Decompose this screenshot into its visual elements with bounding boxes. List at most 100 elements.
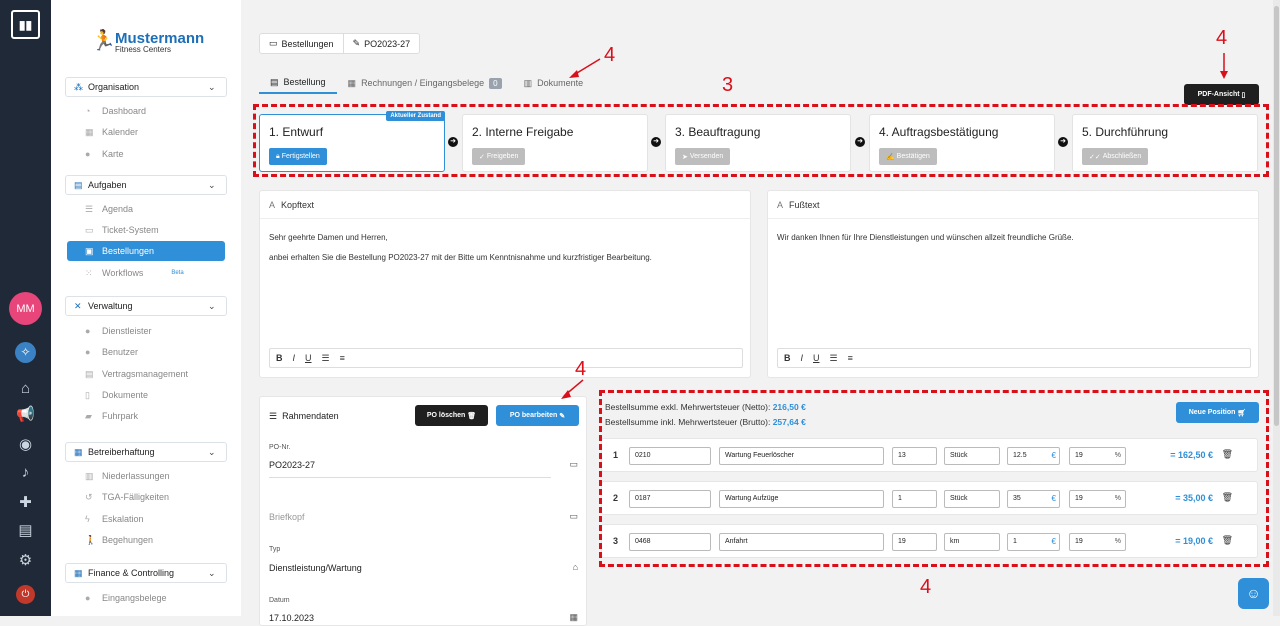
brand-sub: Fitness Centers	[115, 45, 172, 54]
sidebar-item-eskalation[interactable]: ϟ Eskalation	[67, 509, 225, 529]
po-delete-button[interactable]: PO löschen 🗑︎	[415, 405, 488, 426]
pdf-view-button[interactable]: PDF-Ansicht ▯	[1184, 84, 1259, 105]
fertigstellen-button[interactable]: 🔒︎ Fertigstellen	[269, 148, 327, 165]
new-position-button[interactable]: Neue Position 🛒︎	[1176, 402, 1259, 423]
app-logo-icon[interactable]: ▮▮	[11, 10, 40, 39]
settings-icon[interactable]: ⚙	[13, 550, 38, 572]
step-durchfuehrung[interactable]: 5. Durchführung ✓✓ Abschließen	[1072, 114, 1258, 172]
tab-dokumente[interactable]: ▥ Dokumente	[513, 72, 595, 94]
chat-icon[interactable]: ☺	[1238, 578, 1269, 609]
position-code-input[interactable]: 0187	[629, 490, 711, 508]
car-icon: ▰	[85, 410, 92, 421]
position-total: = 162,50 €	[1170, 450, 1213, 460]
home-icon[interactable]: ⌂	[13, 378, 38, 400]
user-icon: ●	[85, 347, 91, 357]
bell-icon[interactable]: ♪	[13, 462, 38, 484]
sidebar-item-agenda[interactable]: ☰ Agenda	[67, 199, 225, 219]
position-price-input[interactable]: 1 €	[1007, 533, 1060, 551]
scrollbar-thumb[interactable]	[1274, 6, 1279, 426]
tab-bestellung[interactable]: ▤ Bestellung	[259, 72, 337, 94]
step-interne-freigabe[interactable]: 2. Interne Freigabe ✓ Freigeben	[462, 114, 648, 172]
sidebar-item-ticket-system[interactable]: ▭ Ticket-System	[67, 220, 225, 240]
step-beauftragung[interactable]: 3. Beauftragung ➤ Versenden	[665, 114, 851, 172]
sidebar-item-begehungen[interactable]: 🚶 Begehungen	[67, 530, 225, 550]
position-qty-input[interactable]: 19	[892, 533, 937, 551]
position-row: 3 0468 Anfahrt 19 km 1 € 19% = 19,00 € 🗑︎	[601, 524, 1258, 558]
sidebar-item-workflows[interactable]: ⁙ Workflows Beta	[67, 263, 225, 283]
scrollbar[interactable]	[1273, 0, 1280, 616]
freigeben-button[interactable]: ✓ Freigeben	[472, 148, 526, 165]
annotation-label: 4	[604, 44, 616, 66]
fusstext-editor[interactable]: Wir danken Ihnen für Ihre Dienstleistung…	[768, 219, 1258, 257]
user-avatar[interactable]: MM	[9, 292, 42, 325]
sidebar-item-fuhrpark[interactable]: ▰ Fuhrpark	[67, 406, 225, 426]
position-desc-input[interactable]: Anfahrt	[719, 533, 884, 551]
breadcrumb-bestellungen[interactable]: ▭ Bestellungen	[260, 34, 343, 53]
bold-button[interactable]: B	[784, 353, 791, 363]
sidebar-item-karte[interactable]: ● Karte	[67, 144, 225, 164]
position-price-input[interactable]: 35 €	[1007, 490, 1060, 508]
position-code-input[interactable]: 0468	[629, 533, 711, 551]
underline-button[interactable]: U	[813, 353, 820, 363]
bullet-list-icon[interactable]: ☰	[322, 353, 330, 364]
section-organisation[interactable]: ⁂ Organisation ⌄	[65, 77, 227, 97]
sidebar-item-vertragsmanagement[interactable]: ▤ Vertragsmanagement	[67, 364, 225, 384]
logout-icon[interactable]: ⏻	[16, 585, 35, 604]
bestaetigen-button[interactable]: ✍ Bestätigen	[879, 148, 937, 165]
sidebar-item-dokumente[interactable]: ▯ Dokumente	[67, 385, 225, 405]
italic-button[interactable]: I	[293, 353, 296, 363]
beta-badge: Beta	[171, 270, 184, 276]
position-desc-input[interactable]: Wartung Aufzüge	[719, 490, 884, 508]
numbered-list-icon[interactable]: ≡	[340, 353, 345, 363]
tab-rechnungen[interactable]: ▦ Rechnungen / Eingangsbelege 0	[337, 72, 513, 94]
sidebar-item-bestellungen[interactable]: ▣ Bestellungen	[67, 241, 225, 261]
position-desc-input[interactable]: Wartung Feuerlöscher	[719, 447, 884, 465]
position-tax-input[interactable]: 19%	[1069, 490, 1126, 508]
bold-button[interactable]: B	[276, 353, 283, 363]
versenden-button[interactable]: ➤ Versenden	[675, 148, 731, 165]
sidebar-item-tga-faelligkeiten[interactable]: ↺ TGA-Fälligkeiten	[67, 487, 225, 507]
percent-icon: %	[1114, 452, 1121, 459]
position-tax-input[interactable]: 19%	[1069, 447, 1126, 465]
italic-button[interactable]: I	[801, 353, 804, 363]
arrow-right-icon: ➜	[448, 137, 458, 147]
breadcrumb-po[interactable]: ✎ PO2023-27	[342, 34, 420, 53]
sidebar-item-niederlassungen[interactable]: ▥ Niederlassungen	[67, 466, 225, 486]
numbered-list-icon[interactable]: ≡	[848, 353, 853, 363]
position-unit-input[interactable]: Stück	[944, 447, 1000, 465]
text-icon: A	[777, 199, 784, 210]
po-edit-button[interactable]: PO bearbeiten ✎	[496, 405, 579, 426]
store-icon[interactable]: ▤	[13, 520, 38, 542]
step-entwurf[interactable]: Aktueller Zustand 1. Entwurf 🔒︎ Fertigst…	[259, 111, 445, 172]
position-code-input[interactable]: 0210	[629, 447, 711, 465]
trash-icon[interactable]: 🗑︎	[1222, 449, 1233, 460]
abschliessen-button[interactable]: ✓✓ Abschließen	[1082, 148, 1149, 165]
kopftext-editor[interactable]: Sehr geehrte Damen und Herren, anbei erh…	[260, 219, 750, 277]
file-icon: ▯	[1241, 91, 1246, 99]
compass-icon[interactable]: ✧	[15, 342, 36, 363]
step-auftragsbestaetigung[interactable]: 4. Auftragsbestätigung ✍ Bestätigen	[869, 114, 1055, 172]
trash-icon[interactable]: 🗑︎	[1222, 492, 1233, 503]
section-finance-controlling[interactable]: ▦ Finance & Controlling ⌄	[65, 563, 227, 583]
section-betreiberhaftung[interactable]: ▦ Betreiberhaftung ⌄	[65, 442, 227, 462]
megaphone-icon[interactable]: 📢	[13, 404, 38, 426]
puzzle-icon[interactable]: ✚	[13, 492, 38, 514]
position-unit-input[interactable]: Stück	[944, 490, 1000, 508]
sidebar-item-kalender[interactable]: ▦ Kalender	[67, 122, 225, 142]
eye-icon[interactable]: ◉	[13, 434, 38, 456]
sidebar-item-dienstleister[interactable]: ● Dienstleister	[67, 321, 225, 341]
position-price-input[interactable]: 12.5 €	[1007, 447, 1060, 465]
section-verwaltung[interactable]: ✕ Verwaltung ⌄	[65, 296, 227, 316]
underline-button[interactable]: U	[305, 353, 312, 363]
runner-icon: 🏃	[91, 30, 116, 52]
trash-icon[interactable]: 🗑︎	[1222, 535, 1233, 546]
section-aufgaben[interactable]: ▤ Aufgaben ⌄	[65, 175, 227, 195]
sidebar-item-dashboard[interactable]: ◔ Dashboard	[67, 101, 225, 121]
position-qty-input[interactable]: 13	[892, 447, 937, 465]
sidebar-item-eingangsbelege[interactable]: ● Eingangsbelege	[67, 588, 225, 608]
position-tax-input[interactable]: 19%	[1069, 533, 1126, 551]
sidebar-item-benutzer[interactable]: ● Benutzer	[67, 342, 225, 362]
position-qty-input[interactable]: 1	[892, 490, 937, 508]
bullet-list-icon[interactable]: ☰	[830, 353, 838, 364]
position-unit-input[interactable]: km	[944, 533, 1000, 551]
